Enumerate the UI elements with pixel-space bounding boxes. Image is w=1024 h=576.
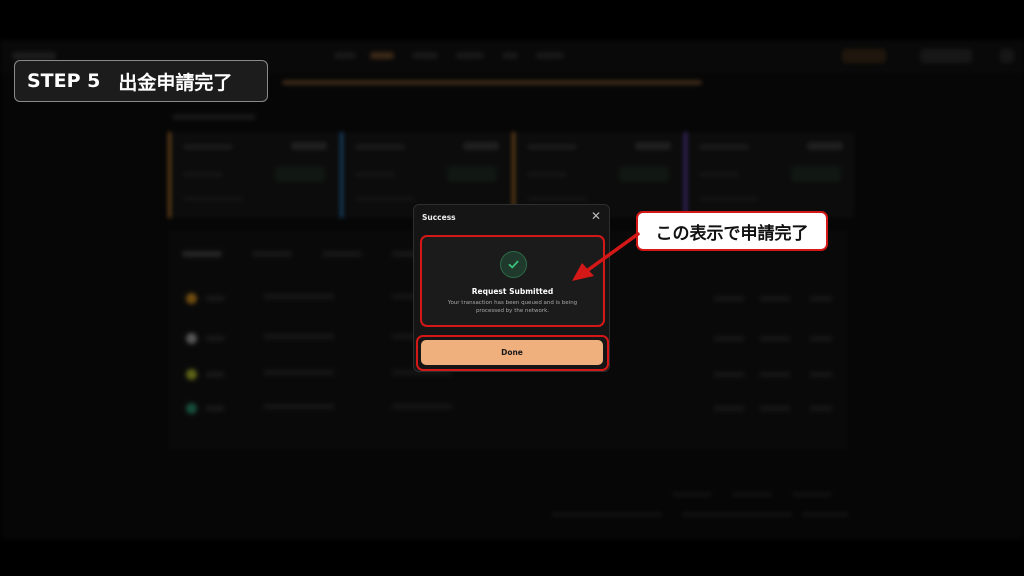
nav-item <box>456 52 484 59</box>
nav-item-active <box>370 52 394 59</box>
step-title: 出金申請完了 <box>118 71 233 94</box>
step-label: STEP 5 出金申請完了 <box>14 60 268 102</box>
balance-badge <box>842 49 886 63</box>
success-description: Your transaction has been queued and is … <box>447 300 578 314</box>
done-button[interactable]: Done <box>421 340 603 365</box>
success-modal: Success ✕ Request Submitted Your transac… <box>413 204 610 372</box>
success-message-highlight: Request Submitted Your transaction has b… <box>420 235 605 327</box>
nav-item <box>412 52 438 59</box>
section-title <box>172 114 256 120</box>
nav-item <box>536 52 564 59</box>
footer <box>552 492 852 532</box>
step-number: STEP 5 <box>27 70 101 92</box>
done-button-highlight: Done <box>416 335 609 371</box>
app-logo <box>12 52 56 60</box>
nav-item <box>334 52 356 59</box>
check-circle-icon <box>500 251 527 278</box>
settings-button <box>1000 49 1014 63</box>
table-row <box>168 394 848 424</box>
progress-bar <box>282 80 702 85</box>
wallet-button <box>920 49 972 63</box>
summary-card <box>684 132 855 218</box>
close-icon[interactable]: ✕ <box>591 210 601 222</box>
success-heading: Request Submitted <box>471 287 554 296</box>
nav-item <box>502 52 518 59</box>
modal-title: Success <box>422 213 456 222</box>
callout-annotation: この表示で申請完了 <box>636 211 828 251</box>
summary-card <box>168 132 339 218</box>
